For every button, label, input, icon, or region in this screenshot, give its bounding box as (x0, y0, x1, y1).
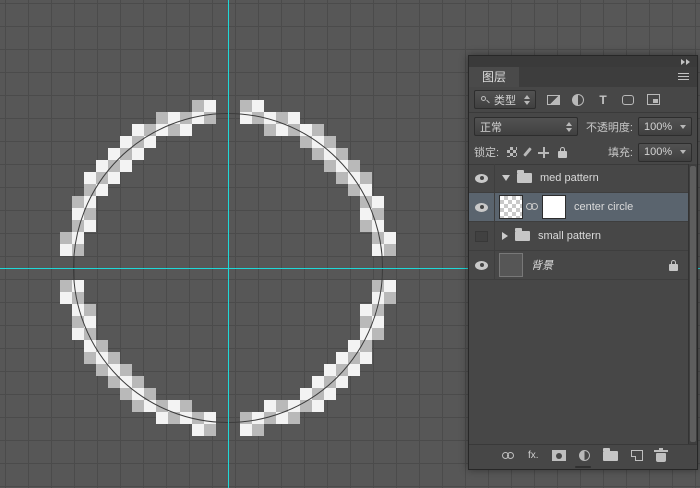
photoshop-workspace: 图层 类型 T 正常 不透明度: 100% (0, 0, 700, 488)
eye-icon (475, 174, 488, 183)
panel-tab-bar: 图层 (469, 67, 697, 87)
folder-icon (515, 231, 530, 241)
fill-dropdown[interactable]: 100% (638, 143, 692, 162)
smart-filter-icon[interactable] (645, 92, 661, 107)
panel-scrollbar[interactable] (688, 164, 697, 444)
pixel-filter-icon[interactable] (545, 92, 561, 107)
updown-arrows-icon (524, 95, 530, 105)
filter-type-dropdown[interactable]: 类型 (474, 90, 536, 109)
visibility-toggle[interactable] (469, 193, 495, 221)
guide-vertical[interactable] (228, 0, 229, 488)
shape-filter-icon[interactable] (620, 92, 636, 107)
delete-layer-icon[interactable] (656, 453, 666, 462)
hidden-eye-well (475, 231, 488, 242)
opacity-label: 不透明度: (586, 119, 633, 135)
panel-menu-icon[interactable] (678, 73, 689, 74)
disclosure-triangle-open-icon[interactable] (502, 175, 510, 181)
updown-arrows-icon (566, 122, 572, 132)
mask-link-icon[interactable] (526, 203, 539, 211)
visibility-toggle[interactable] (469, 222, 495, 250)
lock-buttons (507, 147, 567, 158)
lock-paint-icon[interactable] (523, 147, 532, 157)
new-adjustment-layer-icon[interactable] (579, 450, 590, 461)
layer-thumbnail[interactable] (499, 253, 523, 277)
new-group-icon[interactable] (603, 451, 618, 461)
new-layer-icon[interactable] (631, 450, 643, 461)
layer-name[interactable]: 背景 (531, 257, 553, 273)
layer-name[interactable]: small pattern (538, 230, 601, 242)
layer-row-small-pattern[interactable]: small pattern (469, 222, 689, 251)
lock-all-icon[interactable] (558, 151, 567, 158)
visibility-toggle[interactable] (469, 164, 495, 192)
lock-transparency-icon[interactable] (507, 147, 517, 157)
disclosure-triangle-closed-icon[interactable] (502, 232, 508, 240)
fill-value: 100% (644, 146, 672, 158)
layer-thumbnail[interactable] (499, 195, 523, 219)
scrollbar-thumb[interactable] (690, 166, 696, 442)
layers-panel: 图层 类型 T 正常 不透明度: 100% (468, 55, 698, 470)
opacity-value: 100% (644, 121, 672, 133)
filter-row: 类型 T (469, 87, 697, 113)
chevron-down-icon (680, 150, 686, 154)
lock-label: 锁定: (474, 144, 499, 160)
folder-icon (517, 173, 532, 183)
blend-row: 正常 不透明度: 100% (469, 113, 697, 140)
eye-icon (475, 203, 488, 212)
panel-bottom-bar: fx. (469, 444, 697, 466)
layer-list: med pattern center circle small pattern … (469, 164, 689, 280)
layer-row-background[interactable]: 背景 (469, 251, 689, 280)
type-filter-icon[interactable]: T (595, 92, 611, 107)
lock-row: 锁定: 填充: 100% (469, 140, 697, 165)
blend-mode-value: 正常 (480, 119, 502, 135)
adjustment-filter-icon[interactable] (570, 92, 586, 107)
collapse-to-icons-button[interactable] (681, 59, 690, 65)
opacity-dropdown[interactable]: 100% (638, 117, 692, 136)
layer-row-center-circle[interactable]: center circle (469, 193, 689, 222)
lock-move-icon[interactable] (538, 147, 549, 158)
fill-label: 填充: (608, 144, 633, 160)
link-layers-icon[interactable] (502, 452, 515, 460)
panel-resize-notch[interactable] (469, 466, 697, 469)
search-icon (480, 95, 490, 105)
tab-layers[interactable]: 图层 (469, 67, 519, 87)
add-layer-mask-icon[interactable] (552, 450, 566, 461)
visibility-toggle[interactable] (469, 251, 495, 279)
layer-name[interactable]: center circle (574, 201, 633, 213)
eye-icon (475, 261, 488, 270)
chevron-down-icon (680, 125, 686, 129)
layer-name[interactable]: med pattern (540, 172, 599, 184)
layer-row-med-pattern[interactable]: med pattern (469, 164, 689, 193)
layer-styles-icon[interactable]: fx. (528, 450, 539, 461)
blend-mode-dropdown[interactable]: 正常 (474, 117, 578, 136)
filter-type-label: 类型 (494, 92, 516, 108)
panel-dock-bar (469, 56, 697, 67)
background-lock-icon (669, 264, 678, 271)
layer-mask-thumbnail[interactable] (542, 195, 566, 219)
